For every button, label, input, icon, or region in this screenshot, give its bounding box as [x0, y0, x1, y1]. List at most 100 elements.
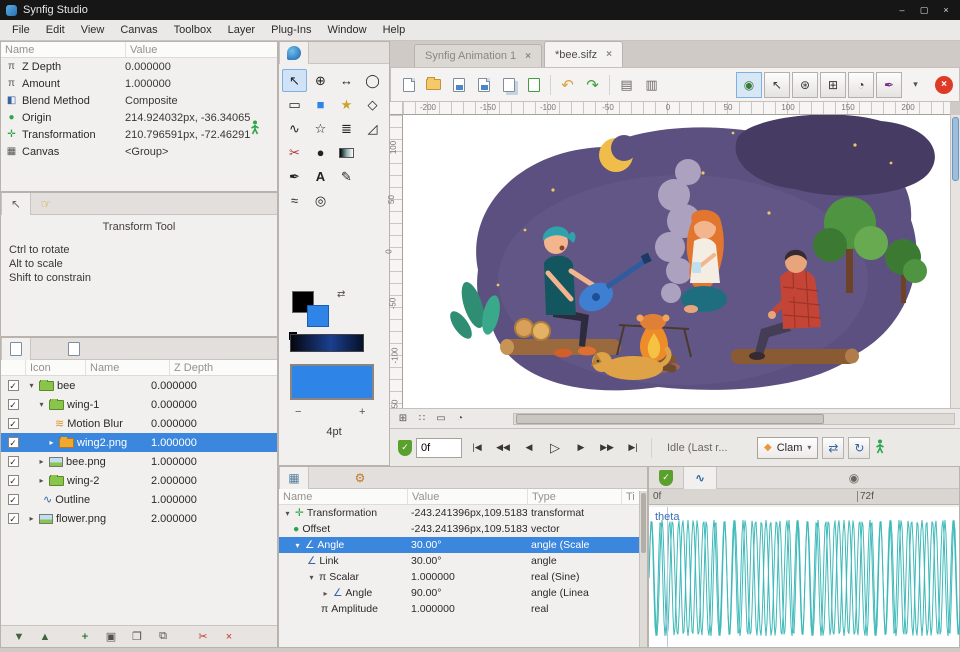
- tab-toolbox[interactable]: [279, 42, 309, 64]
- menu-plugins[interactable]: Plug-Ins: [263, 22, 319, 38]
- tab-synfig-animation-1[interactable]: Synfig Animation 1 ×: [414, 44, 542, 67]
- stop-render-button[interactable]: ×: [935, 76, 953, 94]
- text-tool[interactable]: A: [308, 165, 333, 188]
- render-button[interactable]: ▤: [615, 72, 638, 98]
- star-outline-tool[interactable]: ☆: [308, 117, 333, 140]
- param-value[interactable]: 1.000000: [407, 571, 527, 583]
- param-row-offset[interactable]: ●Offset -243.241396px,109.51838 vector: [279, 521, 647, 537]
- gradient-swatch[interactable]: [290, 334, 364, 352]
- tab-bee-sifz[interactable]: *bee.sifz ×: [544, 41, 623, 67]
- menu-edit[interactable]: Edit: [38, 22, 73, 38]
- scrollbar-thumb[interactable]: [641, 493, 646, 553]
- maximize-button[interactable]: ▢: [916, 3, 932, 17]
- param-value[interactable]: -243.241396px,109.51838: [407, 523, 527, 535]
- layer-row-wing-1[interactable]: ✓ ▾wing-1 0.000000: [1, 395, 277, 414]
- raise-layer-button[interactable]: ▲: [35, 628, 55, 646]
- chevron-down-icon[interactable]: ▾: [27, 381, 36, 390]
- blob-tool[interactable]: ●: [308, 141, 333, 164]
- param-value[interactable]: Composite: [125, 95, 277, 107]
- keyframe-lock-icon[interactable]: ✓: [398, 440, 412, 456]
- low-res-toggle[interactable]: ⊞: [820, 72, 846, 98]
- record-toggle[interactable]: ◉: [736, 72, 762, 98]
- decrease-width-button[interactable]: −: [295, 406, 301, 418]
- param-row[interactable]: ◧Blend Method Composite: [1, 92, 277, 109]
- preview-button[interactable]: ▥: [640, 72, 663, 98]
- menu-toolbox[interactable]: Toolbox: [166, 22, 220, 38]
- undo-button[interactable]: ↶: [556, 72, 579, 98]
- params-scrollbar[interactable]: [639, 491, 647, 647]
- canvas-vertical-scrollbar[interactable]: [950, 115, 960, 408]
- param-value[interactable]: -243.241396px,109.51838: [407, 507, 527, 519]
- redo-button[interactable]: ↷: [581, 72, 604, 98]
- param-row-angle-selected[interactable]: ▾∠Angle 30.00° angle (Scale: [279, 537, 647, 553]
- play-button[interactable]: ▷: [544, 437, 566, 459]
- refresh-time-button[interactable]: ↻: [848, 437, 870, 459]
- toggle-guides-button[interactable]: ∷: [414, 411, 430, 426]
- menu-help[interactable]: Help: [375, 22, 414, 38]
- swap-colors-icon[interactable]: ⇄: [337, 289, 345, 300]
- tab-params[interactable]: ▦: [279, 467, 309, 489]
- seek-end-button[interactable]: ▶|: [622, 437, 644, 459]
- close-tab-icon[interactable]: ×: [606, 49, 612, 60]
- prev-keyframe-button[interactable]: ◀◀: [492, 437, 514, 459]
- layer-row-bee-png[interactable]: ✓ ▸bee.png 1.000000: [1, 452, 277, 471]
- scale-tool[interactable]: ◿: [360, 117, 385, 140]
- layer-row-motion-blur[interactable]: ✓ ≋Motion Blur 0.000000: [1, 414, 277, 433]
- layer-visible-checkbox[interactable]: ✓: [8, 475, 19, 486]
- param-value[interactable]: 1.000000: [125, 78, 277, 90]
- scrollbar-thumb[interactable]: [952, 117, 959, 181]
- paste-layer-button[interactable]: ⧉: [153, 628, 173, 646]
- new-layer-button[interactable]: +: [75, 628, 95, 646]
- save-all-button[interactable]: [497, 72, 520, 98]
- vertical-ruler[interactable]: 100 50 0 -50 -100 -150: [390, 115, 403, 408]
- circle-tool[interactable]: ◯: [360, 69, 385, 92]
- width-tool[interactable]: ≈: [282, 189, 307, 212]
- open-button[interactable]: [422, 72, 445, 98]
- transform-tool[interactable]: ↖: [282, 69, 307, 92]
- refresh-view-button[interactable]: ◔: [452, 411, 468, 426]
- menu-layer[interactable]: Layer: [220, 22, 264, 38]
- toggle-grid-button[interactable]: ⊞: [395, 411, 411, 426]
- tab-library[interactable]: [59, 338, 89, 360]
- toolbar-dropdown-button[interactable]: ▾: [904, 72, 927, 98]
- onion-skin-toggle[interactable]: ◔: [848, 72, 874, 98]
- tab-layers[interactable]: [1, 338, 31, 360]
- seek-begin-button[interactable]: |◀: [466, 437, 488, 459]
- chevron-right-icon[interactable]: ▸: [27, 514, 36, 523]
- layer-visible-checkbox[interactable]: ✓: [8, 380, 19, 391]
- new-group-button[interactable]: ▣: [101, 628, 121, 646]
- param-value[interactable]: 0.000000: [125, 61, 277, 73]
- next-keyframe-button[interactable]: ▶▶: [596, 437, 618, 459]
- param-row-scalar[interactable]: ▾πScalar 1.000000 real (Sine): [279, 569, 647, 585]
- param-row-link[interactable]: ∠Link 30.00° angle: [279, 553, 647, 569]
- handles-toggle[interactable]: ↖: [764, 72, 790, 98]
- layer-row-wing2-selected[interactable]: ✓ ▸wing2.png 1.000000: [1, 433, 277, 452]
- new-doc-button[interactable]: [397, 72, 420, 98]
- tab-misc[interactable]: ☞: [31, 193, 61, 215]
- layer-row-bee[interactable]: ✓ ▾bee 0.000000: [1, 376, 277, 395]
- menu-view[interactable]: View: [73, 22, 113, 38]
- lasso-tool[interactable]: ✂: [282, 141, 307, 164]
- spline-tool[interactable]: ∿: [282, 117, 307, 140]
- menu-canvas[interactable]: Canvas: [112, 22, 165, 38]
- chevron-right-icon[interactable]: ▸: [37, 476, 46, 485]
- save-as-button[interactable]: [472, 72, 495, 98]
- param-value[interactable]: 30.00°: [407, 539, 527, 551]
- horizontal-ruler[interactable]: -200 -150 -100 -50 0 50 100 150 200: [403, 102, 950, 115]
- tab-tools[interactable]: ⚙: [345, 467, 375, 489]
- chevron-down-icon[interactable]: ▾: [293, 541, 302, 550]
- param-value[interactable]: 90.00°: [407, 587, 527, 599]
- param-value[interactable]: <Group>: [125, 146, 277, 158]
- chevron-right-icon[interactable]: ▸: [321, 589, 330, 598]
- param-row[interactable]: ▦Canvas <Group>: [1, 143, 277, 160]
- cut-layer-button[interactable]: ✂: [193, 628, 213, 646]
- animate-mode-button[interactable]: [874, 439, 886, 457]
- close-button[interactable]: ×: [938, 3, 954, 17]
- canvas-viewport[interactable]: [403, 115, 950, 408]
- rectangle-tool[interactable]: ▭: [282, 93, 307, 116]
- layer-row-outline[interactable]: ✓ ∿Outline 1.000000: [1, 490, 277, 509]
- param-row[interactable]: ●Origin 214.924032px, -36.34065: [1, 109, 277, 126]
- fill-tool[interactable]: ■: [308, 93, 333, 116]
- curves-timebar[interactable]: 0f 72f: [649, 489, 959, 505]
- chevron-down-icon[interactable]: ▾: [307, 573, 316, 582]
